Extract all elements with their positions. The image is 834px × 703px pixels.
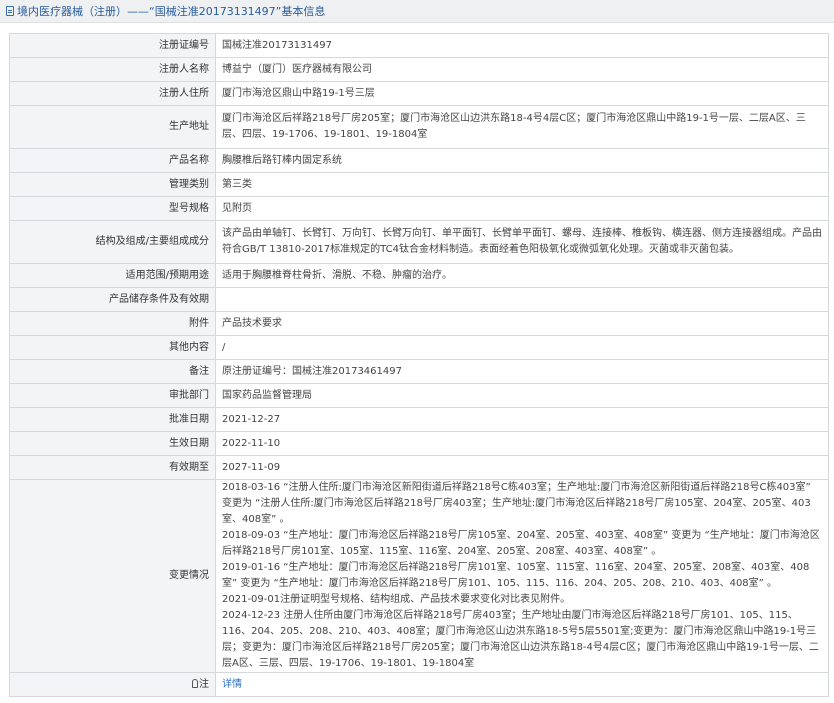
row-storage: 产品储存条件及有效期 [9, 287, 829, 312]
label-approval-date: 批准日期 [9, 407, 216, 432]
row-note: 注 详情 [9, 672, 829, 697]
row-remark: 备注 原注册证编号：国械注准20173461497 [9, 359, 829, 384]
label-reg-no: 注册证编号 [9, 33, 216, 58]
value-other: / [215, 335, 829, 360]
value-approval-date: 2021-12-27 [215, 407, 829, 432]
row-other: 其他内容 / [9, 335, 829, 360]
row-category: 管理类别 第三类 [9, 172, 829, 197]
label-storage: 产品储存条件及有效期 [9, 287, 216, 312]
row-production-address: 生产地址 厦门市海沧区后祥路218号厂房205室；厦门市海沧区山边洪东路18-4… [9, 105, 829, 149]
value-reg-no: 国械注准20173131497 [215, 33, 829, 58]
label-production-address: 生产地址 [9, 105, 216, 149]
info-panel: 注册证编号 国械注准20173131497 注册人名称 博益宁（厦门）医疗器械有… [0, 23, 834, 697]
row-effective-date: 生效日期 2022-11-10 [9, 431, 829, 456]
change-entry: 2021-09-01注册证明型号规格、结构组成、产品技术要求变化对比表见附件。 [222, 594, 571, 605]
page-header: 境内医疗器械（注册）——“国械注准20173131497”基本信息 [0, 0, 834, 23]
change-entry: 2019-01-16 “生产地址：厦门市海沧区后祥路218号厂房101室、105… [222, 562, 810, 589]
detail-link[interactable]: 详情 [222, 679, 242, 690]
label-note: 注 [9, 672, 216, 697]
row-approval-date: 批准日期 2021-12-27 [9, 407, 829, 432]
label-registrant: 注册人名称 [9, 57, 216, 82]
value-effective-date: 2022-11-10 [215, 431, 829, 456]
page-title: 境内医疗器械（注册）——“国械注准20173131497”基本信息 [17, 5, 326, 18]
label-category: 管理类别 [9, 172, 216, 197]
row-changes: 变更情况 2018-03-16 “注册人住所:厦门市海沧区新阳街道后祥路218号… [9, 479, 829, 673]
label-scope: 适用范围/预期用途 [9, 263, 216, 288]
value-remark: 原注册证编号：国械注准20173461497 [215, 359, 829, 384]
change-entry: 2024-12-23 注册人住所由厦门市海沧区后祥路218号厂房403室；生产地… [222, 610, 819, 669]
value-changes: 2018-03-16 “注册人住所:厦门市海沧区新阳街道后祥路218号C栋403… [215, 479, 829, 673]
value-product-name: 胸腰椎后路钉棒内固定系统 [215, 148, 829, 173]
label-changes: 变更情况 [9, 479, 216, 673]
label-expiry-date: 有效期至 [9, 455, 216, 480]
row-registrant: 注册人名称 博益宁（厦门）医疗器械有限公司 [9, 57, 829, 82]
value-category: 第三类 [215, 172, 829, 197]
value-storage [215, 287, 829, 312]
label-model: 型号规格 [9, 196, 216, 221]
label-dept: 审批部门 [9, 383, 216, 408]
change-entry: 2018-03-16 “注册人住所:厦门市海沧区新阳街道后祥路218号C栋403… [222, 482, 811, 525]
value-dept: 国家药品监督管理局 [215, 383, 829, 408]
bulb-icon [192, 678, 198, 688]
note-label: 注 [199, 678, 209, 690]
value-residence: 厦门市海沧区鼎山中路19-1号三层 [215, 81, 829, 106]
label-product-name: 产品名称 [9, 148, 216, 173]
label-residence: 注册人住所 [9, 81, 216, 106]
row-attachment: 附件 产品技术要求 [9, 311, 829, 336]
row-reg-no: 注册证编号 国械注准20173131497 [9, 33, 829, 58]
value-attachment: 产品技术要求 [215, 311, 829, 336]
value-registrant: 博益宁（厦门）医疗器械有限公司 [215, 57, 829, 82]
label-attachment: 附件 [9, 311, 216, 336]
row-dept: 审批部门 国家药品监督管理局 [9, 383, 829, 408]
value-production-address: 厦门市海沧区后祥路218号厂房205室；厦门市海沧区山边洪东路18-4号4层C区… [215, 105, 829, 149]
value-structure: 该产品由单轴钉、长臂钉、万向钉、长臂万向钉、单平面钉、长臂单平面钉、螺母、连接棒… [215, 220, 829, 264]
value-expiry-date: 2027-11-09 [215, 455, 829, 480]
change-entry: 2018-09-03 “生产地址：厦门市海沧区后祥路218号厂房105室、204… [222, 530, 820, 557]
row-expiry-date: 有效期至 2027-11-09 [9, 455, 829, 480]
value-note: 详情 [215, 672, 829, 697]
row-residence: 注册人住所 厦门市海沧区鼎山中路19-1号三层 [9, 81, 829, 106]
value-model: 见附页 [215, 196, 829, 221]
document-icon [6, 6, 14, 16]
row-product-name: 产品名称 胸腰椎后路钉棒内固定系统 [9, 148, 829, 173]
label-other: 其他内容 [9, 335, 216, 360]
label-effective-date: 生效日期 [9, 431, 216, 456]
row-model: 型号规格 见附页 [9, 196, 829, 221]
row-structure: 结构及组成/主要组成成分 该产品由单轴钉、长臂钉、万向钉、长臂万向钉、单平面钉、… [9, 220, 829, 264]
label-structure: 结构及组成/主要组成成分 [9, 220, 216, 264]
info-table: 注册证编号 国械注准20173131497 注册人名称 博益宁（厦门）医疗器械有… [9, 33, 829, 697]
label-remark: 备注 [9, 359, 216, 384]
value-scope: 适用于胸腰椎脊柱骨折、滑脱、不稳、肿瘤的治疗。 [215, 263, 829, 288]
row-scope: 适用范围/预期用途 适用于胸腰椎脊柱骨折、滑脱、不稳、肿瘤的治疗。 [9, 263, 829, 288]
